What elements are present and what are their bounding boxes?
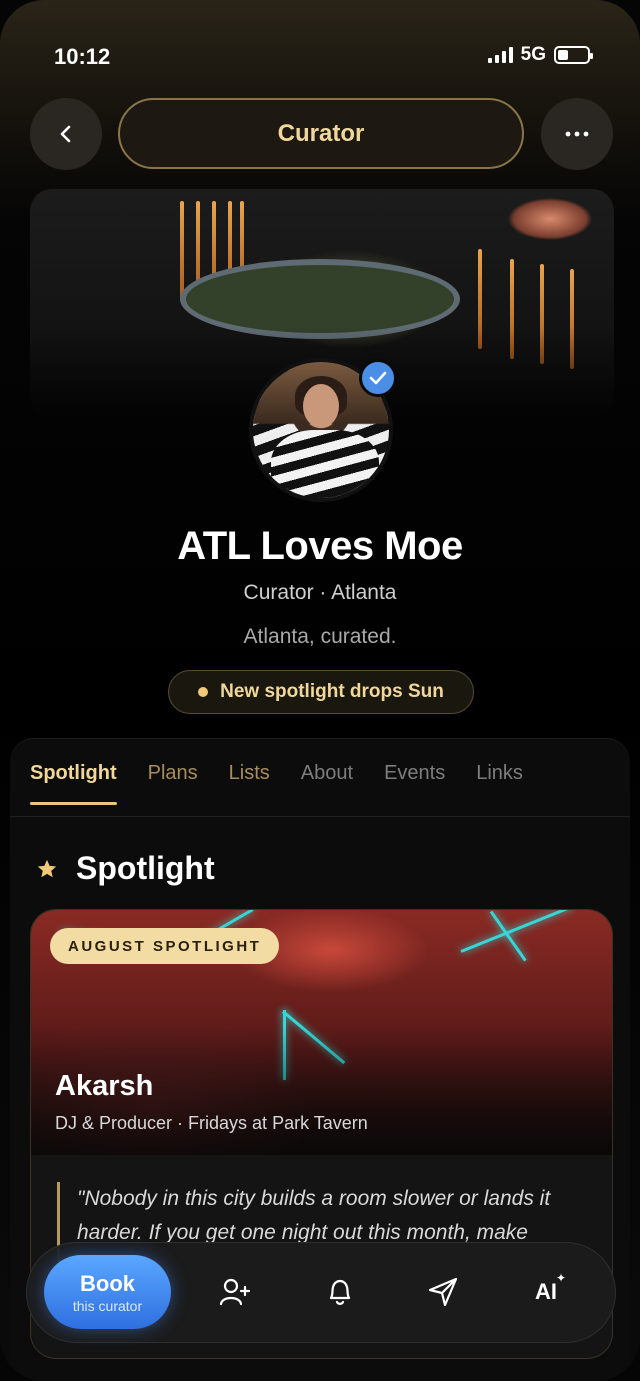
follow-button[interactable] xyxy=(215,1272,255,1312)
divider xyxy=(10,816,630,817)
battery-level xyxy=(558,50,568,60)
send-icon xyxy=(428,1277,458,1307)
tab-events[interactable]: Events xyxy=(384,762,445,806)
tab-bar: Spotlight Plans Lists About Events Links xyxy=(30,762,554,806)
notify-button[interactable] xyxy=(320,1272,360,1312)
add-person-icon xyxy=(219,1278,251,1306)
section-title: Spotlight xyxy=(76,850,215,886)
section-header: Spotlight xyxy=(36,850,215,887)
announcement-pill[interactable]: New spotlight drops Sun xyxy=(168,670,474,714)
signal-icon xyxy=(487,47,513,63)
book-button-sublabel: this curator xyxy=(72,1297,143,1314)
battery-icon xyxy=(554,46,593,64)
profile-tagline: Atlanta, curated. xyxy=(243,625,397,648)
more-options-button[interactable] xyxy=(541,98,613,170)
star-icon xyxy=(37,859,57,877)
page-title: Curator xyxy=(118,98,524,169)
verified-badge-icon xyxy=(359,359,397,397)
status-time: 10:12 xyxy=(54,44,111,69)
ellipsis-icon xyxy=(565,131,589,137)
bell-icon xyxy=(329,1279,351,1305)
ai-sparkle-icon: AI ✦ xyxy=(535,1271,566,1304)
chevron-left-icon xyxy=(60,125,71,143)
spotlight-badge: AUGUST SPOTLIGHT xyxy=(50,928,280,964)
ai-label: AI xyxy=(535,1279,557,1304)
network-label: 5G xyxy=(520,44,546,65)
tab-spotlight[interactable]: Spotlight xyxy=(30,762,117,806)
status-indicators: 5G xyxy=(487,44,593,66)
announcement-text: New spotlight drops Sun xyxy=(220,681,444,702)
phone-screen: 10:12 5G Curator ATL Loves Moe Curator ·… xyxy=(0,0,640,1381)
spotlight-quote: "Nobody in this city builds a room slowe… xyxy=(77,1187,551,1244)
tab-lists[interactable]: Lists xyxy=(229,762,270,806)
ai-button[interactable]: AI ✦ xyxy=(526,1271,566,1312)
back-button[interactable] xyxy=(30,98,102,170)
book-button-label: Book xyxy=(80,1270,135,1296)
dot-icon xyxy=(198,687,209,697)
artist-details: DJ & Producer · Fridays at Park Tavern xyxy=(55,1113,368,1133)
tab-links[interactable]: Links xyxy=(476,762,523,806)
tab-about[interactable]: About xyxy=(301,762,353,806)
artist-name: Akarsh xyxy=(55,1070,154,1102)
profile-name: ATL Loves Moe xyxy=(177,524,463,568)
share-button[interactable] xyxy=(423,1272,463,1312)
profile-subtitle: Curator · Atlanta xyxy=(243,581,397,604)
status-bar: 10:12 5G xyxy=(0,40,640,74)
book-button[interactable]: Book this curator xyxy=(44,1255,171,1329)
tab-plans[interactable]: Plans xyxy=(148,762,198,806)
